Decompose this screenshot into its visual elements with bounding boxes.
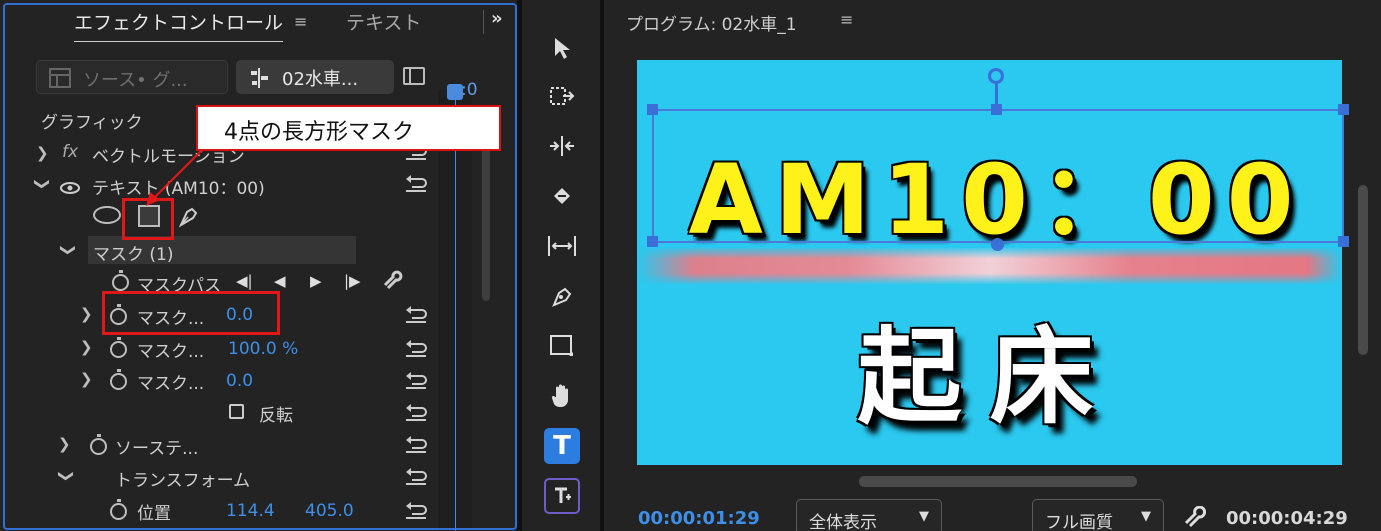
step-back-keyframe-icon[interactable]: ◀|	[236, 272, 253, 290]
mask-expansion-value[interactable]: 0.0	[226, 371, 253, 391]
rectangle-tool[interactable]	[544, 328, 580, 364]
chevron-down-icon: ▼	[919, 509, 929, 524]
sequence-icon	[248, 67, 270, 94]
reset-icon[interactable]	[404, 436, 428, 454]
stopwatch-icon[interactable]	[90, 434, 107, 455]
collapse-text-layer[interactable]: ❯	[33, 178, 51, 191]
zoom-level-value: 全体表示	[809, 513, 877, 531]
program-monitor-title[interactable]: プログラム: 02水車_1	[626, 10, 797, 35]
annotation-callout: 4点の長方形マスク	[196, 105, 501, 151]
tab-effect-controls[interactable]: エフェクトコントロール	[74, 8, 284, 42]
program-menu-icon[interactable]: ≡	[840, 10, 853, 29]
zoom-level-dropdown[interactable]: 全体表示 ▼	[796, 499, 942, 531]
step-forward-keyframe-icon[interactable]: |▶	[344, 272, 361, 290]
mask-opacity-label: マスク...	[137, 342, 205, 362]
transform-label: トランスフォーム	[115, 471, 251, 491]
eye-icon[interactable]	[60, 179, 80, 198]
grid-icon	[49, 68, 71, 93]
anchor-point-handle[interactable]	[991, 238, 1004, 251]
selection-tool[interactable]	[544, 30, 580, 66]
text-bounding-box[interactable]	[652, 109, 1344, 243]
reset-icon[interactable]	[404, 340, 428, 358]
monitor-horizontal-scrollbar[interactable]	[859, 476, 1137, 487]
highlight-mask-feather	[102, 291, 280, 335]
track-select-tool[interactable]	[544, 78, 580, 114]
pen-tool[interactable]	[544, 278, 580, 314]
expand-mask-expansion[interactable]: ❯	[80, 370, 93, 388]
expand-vector-motion[interactable]: ❯	[36, 144, 49, 162]
panel-tab-bar: エフェクトコントロール ≡ テキスト »	[0, 0, 518, 44]
section-graphic-label: グラフィック	[41, 113, 143, 133]
playhead-time: :0	[461, 80, 478, 100]
monitor-vertical-scrollbar[interactable]	[1358, 185, 1368, 355]
effect-controls-panel: エフェクトコントロール ≡ テキスト » ソース• グ... 02水車... :…	[0, 0, 518, 531]
tab-divider	[483, 10, 484, 34]
reset-icon[interactable]	[404, 468, 428, 486]
vertical-type-tool[interactable]	[544, 478, 580, 514]
sequence-clip-selector[interactable]: 02水車...	[236, 60, 394, 94]
position-x-value[interactable]: 114.4	[226, 501, 275, 521]
playback-quality-value: フル画質	[1045, 513, 1113, 531]
transform-handle[interactable]	[647, 104, 658, 115]
tools-panel: T	[522, 0, 600, 531]
track-forward-icon[interactable]: ▶	[310, 272, 322, 290]
playhead-line	[455, 95, 456, 531]
highlight-rectangle-tool	[122, 198, 174, 240]
program-monitor-panel: プログラム: 02水車_1 ≡ AM10：00 起床 00:00:01:29 全…	[604, 0, 1381, 531]
wrench-icon[interactable]	[1184, 505, 1207, 531]
transform-handle[interactable]	[1338, 104, 1349, 115]
reset-icon[interactable]	[404, 502, 428, 520]
type-tool[interactable]: T	[544, 428, 580, 464]
reset-icon[interactable]	[404, 404, 428, 422]
expand-mask-opacity[interactable]: ❯	[80, 338, 93, 356]
toggle-timeline-view-button[interactable]	[403, 67, 425, 85]
fx-icon: fx	[62, 142, 79, 162]
invert-checkbox[interactable]	[229, 404, 244, 419]
hand-tool[interactable]	[544, 378, 580, 414]
reset-icon[interactable]	[404, 372, 428, 390]
transform-handle[interactable]	[1338, 236, 1349, 247]
playback-quality-dropdown[interactable]: フル画質 ▼	[1032, 499, 1164, 531]
expand-mask-feather[interactable]: ❯	[80, 305, 93, 323]
mask-expansion-label: マスク...	[137, 374, 205, 394]
panel-menu-icon[interactable]: ≡	[294, 12, 307, 31]
clip-selector-label: 02水車...	[282, 69, 359, 90]
rotate-handle-stem	[995, 83, 998, 105]
transform-handle[interactable]	[991, 104, 1002, 115]
reset-icon[interactable]	[404, 175, 428, 193]
source-text-label: ソーステ...	[115, 439, 199, 459]
rotate-handle[interactable]	[988, 68, 1004, 84]
stopwatch-icon[interactable]	[112, 270, 129, 291]
frame-subtitle-text: 起床	[857, 316, 1122, 438]
invert-label: 反転	[259, 406, 293, 426]
collapse-mask-group[interactable]: ❯	[59, 244, 77, 257]
position-label: 位置	[137, 504, 171, 524]
sequence-duration: 00:00:04:29	[1226, 508, 1348, 529]
mask-group-label: マスク (1)	[93, 245, 174, 265]
ellipse-mask-tool[interactable]	[93, 206, 121, 224]
source-clip-selector[interactable]: ソース• グ...	[36, 60, 228, 94]
panel-overflow-icon[interactable]: »	[491, 8, 503, 29]
expand-source-text[interactable]: ❯	[58, 435, 71, 453]
slip-tool[interactable]	[544, 228, 580, 264]
mask-opacity-value[interactable]: 100.0 %	[228, 339, 298, 359]
stopwatch-icon[interactable]	[110, 499, 127, 520]
current-timecode[interactable]: 00:00:01:29	[638, 508, 760, 529]
tab-text[interactable]: テキスト	[346, 8, 421, 35]
wrench-icon[interactable]	[383, 270, 403, 294]
source-selector-label: ソース• グ...	[83, 70, 188, 91]
stopwatch-icon[interactable]	[110, 369, 127, 390]
razor-tool[interactable]	[544, 178, 580, 214]
ripple-edit-tool[interactable]	[544, 128, 580, 164]
position-y-value[interactable]: 405.0	[305, 501, 354, 521]
reset-icon[interactable]	[404, 306, 428, 324]
transform-handle[interactable]	[647, 236, 658, 247]
chevron-down-icon: ▼	[1141, 509, 1151, 524]
track-backward-icon[interactable]: ◀	[274, 272, 286, 290]
stopwatch-icon[interactable]	[110, 337, 127, 358]
collapse-transform[interactable]: ❯	[57, 470, 75, 483]
